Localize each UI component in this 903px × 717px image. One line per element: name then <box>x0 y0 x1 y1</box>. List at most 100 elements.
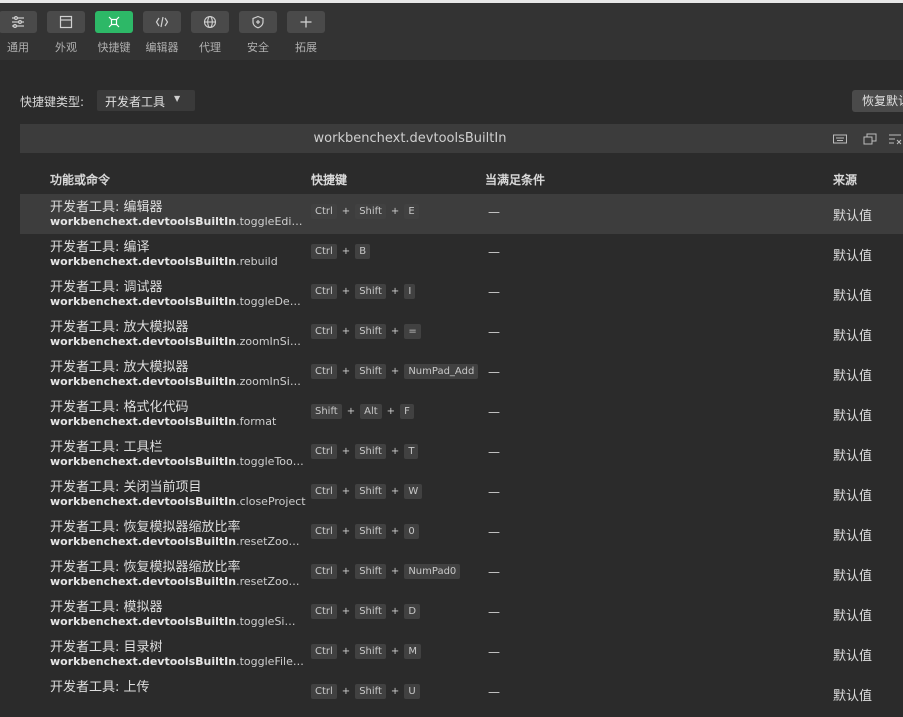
key-separator: + <box>390 486 400 497</box>
key-cap: Shift <box>355 204 386 219</box>
tab-extensions[interactable]: 拓展 <box>282 11 330 59</box>
key-cap: Shift <box>355 324 386 339</box>
code-icon <box>143 11 181 33</box>
table-row[interactable]: 开发者工具: 恢复模拟器缩放比率 workbenchext.devtoolsBui… <box>20 554 903 594</box>
tab-appearance[interactable]: 外观 <box>42 11 90 59</box>
key-cap: Shift <box>355 524 386 539</box>
keybinding[interactable]: Ctrl + Shift + E <box>311 204 419 219</box>
source-value: 默认值 <box>833 249 873 264</box>
key-cap: Alt <box>360 404 382 419</box>
source-value: 默认值 <box>833 209 873 224</box>
when-condition: — <box>488 605 500 619</box>
source-value: 默认值 <box>833 489 873 504</box>
keybinding[interactable]: Shift + Alt + F <box>311 404 414 419</box>
key-cap: Ctrl <box>311 564 337 579</box>
key-cap: D <box>404 604 421 619</box>
command-id-suffix: .toggleFileTree <box>236 655 306 668</box>
key-cap: Ctrl <box>311 204 337 219</box>
keybinding[interactable]: Ctrl + Shift + NumPad_Add <box>311 364 479 379</box>
keybinding[interactable]: Ctrl + Shift +0 <box>311 524 419 539</box>
column-header-command[interactable]: 功能或命令 <box>50 171 110 188</box>
command-id-suffix: .format <box>236 415 277 428</box>
table-row[interactable]: 开发者工具: 放大模拟器 workbenchext.devtoolsBuiltIn… <box>20 314 903 354</box>
keybinding[interactable]: Ctrl + Shift + T <box>311 444 419 459</box>
command-id-prefix: workbenchext.devtoolsBuiltIn <box>50 255 237 268</box>
key-cap: Shift <box>355 564 386 579</box>
command-id: workbenchext.devtoolsBuiltIn.zoomInSimul… <box>50 335 306 348</box>
table-row[interactable]: 开发者工具: 格式化代码 workbenchext.devtoolsBuiltIn… <box>20 394 903 434</box>
column-header-when[interactable]: 当满足条件 <box>485 171 545 188</box>
tab-shortcuts[interactable]: 快捷键 <box>90 11 138 59</box>
command-id-prefix: workbenchext.devtoolsBuiltIn <box>50 415 237 428</box>
table-row[interactable]: 开发者工具: 编译 workbenchext.devtoolsBuiltIn.re… <box>20 234 903 274</box>
key-separator: + <box>341 686 351 697</box>
key-cap: Ctrl <box>311 244 337 259</box>
key-separator: + <box>341 326 351 337</box>
command-id: workbenchext.devtoolsBuiltIn.toggleToolb… <box>50 455 306 468</box>
keybinding-type-select[interactable]: 开发者工具 ▼ <box>97 90 195 111</box>
key-separator: + <box>341 606 351 617</box>
reset-defaults-button[interactable]: 恢复默认 <box>852 90 903 112</box>
command-title: 开发者工具: 调试器 <box>50 280 163 295</box>
key-cap: M <box>404 644 421 659</box>
keybinding[interactable]: Ctrl + Shift + = <box>311 324 421 339</box>
table-row[interactable]: 开发者工具: 关闭当前项目 workbenchext.devtoolsBuiltI… <box>20 474 903 514</box>
command-id-prefix: workbenchext.devtoolsBuiltIn <box>50 215 237 228</box>
source-value: 默认值 <box>833 369 873 384</box>
when-condition: — <box>488 645 500 659</box>
keybinding[interactable]: Ctrl + Shift + U <box>311 684 420 699</box>
keybinding[interactable]: Ctrl + Shift + NumPad0 <box>311 564 461 579</box>
command-title: 开发者工具: 关闭当前项目 <box>50 480 202 495</box>
key-cap: Shift <box>355 484 386 499</box>
copy-icon[interactable] <box>863 133 877 145</box>
source-value: 默认值 <box>833 409 873 424</box>
tab-security[interactable]: 安全 <box>234 11 282 59</box>
when-condition: — <box>488 365 500 379</box>
caret-down-icon: ▼ <box>174 94 181 103</box>
tab-general[interactable]: 通用 <box>0 11 42 59</box>
table-row[interactable]: 开发者工具: 编辑器 workbenchext.devtoolsBuiltIn.t… <box>20 194 903 234</box>
tab-label: 快捷键 <box>97 41 131 54</box>
keybinding[interactable]: Ctrl + Shift + M <box>311 644 421 659</box>
key-cap: NumPad0 <box>404 564 461 579</box>
command-id-suffix: .closeProject <box>236 495 306 508</box>
command-id-prefix: workbenchext.devtoolsBuiltIn <box>50 455 237 468</box>
tab-label: 外观 <box>55 41 77 54</box>
key-separator: + <box>390 286 400 297</box>
key-cap: Ctrl <box>311 684 337 699</box>
when-condition: — <box>488 565 500 579</box>
globe-icon <box>191 11 229 33</box>
column-header-source[interactable]: 来源 <box>833 171 857 188</box>
key-separator: + <box>390 686 400 697</box>
tab-proxy[interactable]: 代理 <box>186 11 234 59</box>
table-row[interactable]: 开发者工具: 工具栏 workbenchext.devtoolsBuiltIn.t… <box>20 434 903 474</box>
keybinding[interactable]: Ctrl + Shift + I <box>311 284 416 299</box>
key-cap: Ctrl <box>311 484 337 499</box>
table-row[interactable]: 开发者工具: 模拟器 workbenchext.devtoolsBuiltIn.t… <box>20 594 903 634</box>
command-title: 开发者工具: 恢复模拟器缩放比率 <box>50 520 241 535</box>
command-id: workbenchext.devtoolsBuiltIn.toggleSimul… <box>50 615 306 628</box>
command-id-suffix: .resetZoomSim... <box>236 575 306 588</box>
sliders-icon <box>0 11 37 33</box>
command-id-suffix: .resetZoomSim... <box>236 535 306 548</box>
table-row[interactable]: 开发者工具: 放大模拟器 workbenchext.devtoolsBuiltIn… <box>20 354 903 394</box>
keyboard-icon[interactable] <box>833 133 847 145</box>
table-row[interactable]: 开发者工具: 调试器 workbenchext.devtoolsBuiltIn.t… <box>20 274 903 314</box>
tab-label: 安全 <box>247 41 269 54</box>
plus-icon <box>287 11 325 33</box>
table-row[interactable]: 开发者工具: 目录树 workbenchext.devtoolsBuiltIn.t… <box>20 634 903 674</box>
clear-filter-icon[interactable] <box>888 133 902 145</box>
tab-label: 通用 <box>7 41 29 54</box>
source-value: 默认值 <box>833 609 873 624</box>
keybinding[interactable]: Ctrl + Shift + W <box>311 484 423 499</box>
key-separator: + <box>390 446 400 457</box>
key-cap: = <box>404 324 421 339</box>
column-header-keybinding[interactable]: 快捷键 <box>311 171 347 188</box>
key-cap: Shift <box>355 644 386 659</box>
tab-editor[interactable]: 编辑器 <box>138 11 186 59</box>
keybinding[interactable]: Ctrl + B <box>311 244 371 259</box>
table-row[interactable]: 开发者工具: 恢复模拟器缩放比率 workbenchext.devtoolsBui… <box>20 514 903 554</box>
command-id: workbenchext.devtoolsBuiltIn.format <box>50 415 306 428</box>
table-row[interactable]: 开发者工具: 上传 Ctrl + Shift + U — 默认值 <box>20 674 903 714</box>
keybinding[interactable]: Ctrl + Shift + D <box>311 604 421 619</box>
